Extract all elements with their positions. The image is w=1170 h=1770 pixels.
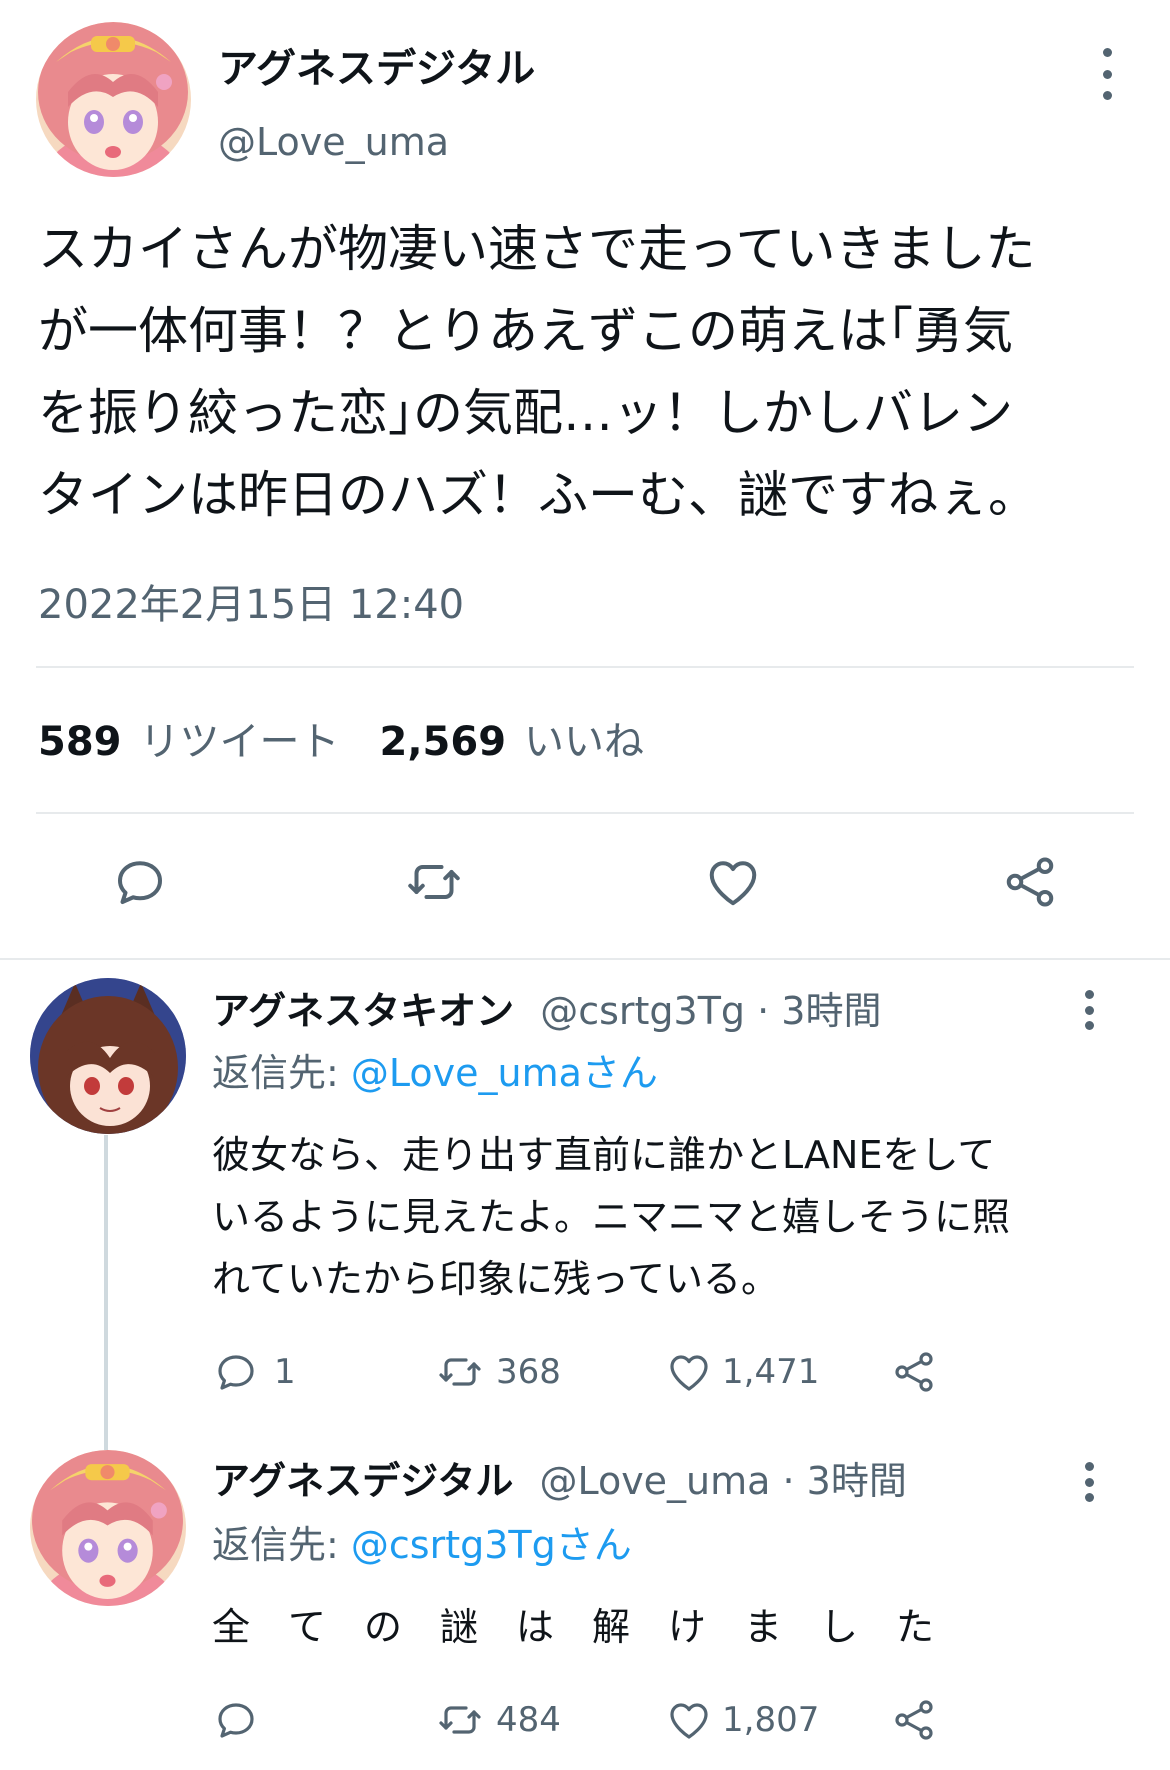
reply-to-prefix: 返信先: bbox=[212, 1523, 351, 1567]
retweet-stats[interactable]: 589 リツイート bbox=[38, 716, 340, 768]
reply-icon bbox=[118, 861, 162, 904]
reply-button[interactable]: 1 bbox=[212, 1348, 296, 1396]
reply-to: 返信先: @csrtg3Tgさん bbox=[212, 1520, 632, 1570]
display-name[interactable]: アグネスデジタル bbox=[212, 1459, 513, 1503]
reply-count: 1 bbox=[274, 1352, 296, 1392]
like-icon bbox=[670, 1355, 708, 1391]
like-count: 1,471 bbox=[722, 1352, 820, 1392]
like-button[interactable]: 1,807 bbox=[664, 1696, 819, 1744]
like-button[interactable] bbox=[702, 852, 764, 912]
reply-text-line: 彼女なら、走り出す直前に誰かとLANEをして bbox=[212, 1133, 996, 1177]
like-icon bbox=[670, 1703, 708, 1739]
like-label: いいね bbox=[524, 719, 645, 765]
share-icon bbox=[1006, 857, 1054, 907]
tweet-text: スカイさんが物凄い速さで走っていきました が一体何事！？とりあえずこの萌えは｢勇… bbox=[38, 208, 1038, 536]
handle-time[interactable]: @Love_uma · 3時間 bbox=[539, 1459, 906, 1503]
retweet-button[interactable]: 484 bbox=[434, 1696, 561, 1744]
more-options-icon[interactable] bbox=[1079, 990, 1099, 1030]
timestamp[interactable]: 2022年2月15日 12:40 bbox=[38, 580, 464, 630]
more-options-icon[interactable] bbox=[1097, 48, 1117, 100]
share-icon bbox=[895, 1700, 933, 1740]
share-button[interactable] bbox=[890, 1348, 938, 1396]
like-stats[interactable]: 2,569 いいね bbox=[380, 716, 645, 768]
display-name[interactable]: アグネスタキオン bbox=[212, 989, 514, 1033]
reply-icon bbox=[218, 1703, 254, 1738]
share-icon bbox=[895, 1352, 933, 1392]
share-button[interactable] bbox=[890, 1696, 938, 1744]
divider bbox=[36, 666, 1134, 668]
reply-to-user-link[interactable]: @Love_umaさん bbox=[351, 1051, 658, 1095]
retweet-icon bbox=[439, 1358, 481, 1386]
avatar[interactable] bbox=[36, 22, 191, 177]
more-options-icon[interactable] bbox=[1079, 1462, 1099, 1502]
retweet-label: リツイート bbox=[139, 719, 340, 765]
avatar-image bbox=[36, 22, 191, 177]
share-button[interactable] bbox=[1000, 852, 1060, 912]
display-name[interactable]: アグネスデジタル bbox=[218, 44, 535, 94]
handle[interactable]: @Love_uma bbox=[218, 118, 449, 166]
retweet-count: 589 bbox=[38, 719, 122, 765]
reply-text-line: 全 て の 謎 は 解 け ま し た bbox=[212, 1605, 935, 1649]
avatar-image bbox=[30, 978, 186, 1134]
reply-to-prefix: 返信先: bbox=[212, 1051, 351, 1095]
reply-to-user-link[interactable]: @csrtg3Tgさん bbox=[351, 1523, 632, 1567]
retweet-button[interactable]: 368 bbox=[434, 1348, 561, 1396]
reply-text: 全 て の 謎 は 解 け ま し た bbox=[212, 1596, 934, 1658]
reply-button[interactable] bbox=[110, 852, 170, 912]
reply-button[interactable] bbox=[212, 1696, 260, 1744]
reply-text-line: いるように見えたよ。ニマニマと嬉しそうに照 bbox=[212, 1195, 1011, 1239]
avatar-image bbox=[30, 1450, 186, 1606]
retweet-count: 484 bbox=[496, 1700, 561, 1740]
retweet-count: 368 bbox=[496, 1352, 561, 1392]
reply-text: 彼女なら、走り出す直前に誰かとLANEをして いるように見えたよ。ニマニマと嬉し… bbox=[212, 1124, 1010, 1310]
retweet-icon bbox=[439, 1706, 481, 1734]
divider bbox=[36, 812, 1134, 814]
avatar[interactable] bbox=[30, 1450, 186, 1606]
handle-time[interactable]: @csrtg3Tg · 3時間 bbox=[540, 989, 881, 1033]
reply-to: 返信先: @Love_umaさん bbox=[212, 1048, 658, 1098]
tweet-text-line: が一体何事！？とりあえずこの萌えは｢勇気 bbox=[38, 302, 1013, 360]
like-count: 2,569 bbox=[379, 719, 507, 765]
reply-text-line: れていたから印象に残っている。 bbox=[212, 1257, 779, 1301]
like-count: 1,807 bbox=[722, 1700, 820, 1740]
tweet-stats: 589 リツイート 2,569 いいね bbox=[38, 716, 644, 768]
like-button[interactable]: 1,471 bbox=[664, 1348, 819, 1396]
tweet-text-line: タインは昨日のハズ！ふーむ、謎ですねぇ。 bbox=[38, 466, 1038, 524]
reply-icon bbox=[218, 1355, 254, 1390]
avatar[interactable] bbox=[30, 978, 186, 1134]
reply-header: アグネスタキオン @csrtg3Tg · 3時間 bbox=[212, 986, 881, 1036]
tweet-text-line: を振り絞った恋｣の気配…ッ！しかしバレン bbox=[38, 384, 1013, 442]
tweet-text-line: スカイさんが物凄い速さで走っていきました bbox=[38, 220, 1036, 278]
retweet-button[interactable] bbox=[402, 852, 466, 912]
like-icon bbox=[709, 861, 757, 906]
reply-header: アグネスデジタル @Love_uma · 3時間 bbox=[212, 1456, 907, 1506]
retweet-icon bbox=[408, 865, 460, 899]
thread-line bbox=[104, 1135, 108, 1450]
section-divider bbox=[0, 958, 1170, 960]
